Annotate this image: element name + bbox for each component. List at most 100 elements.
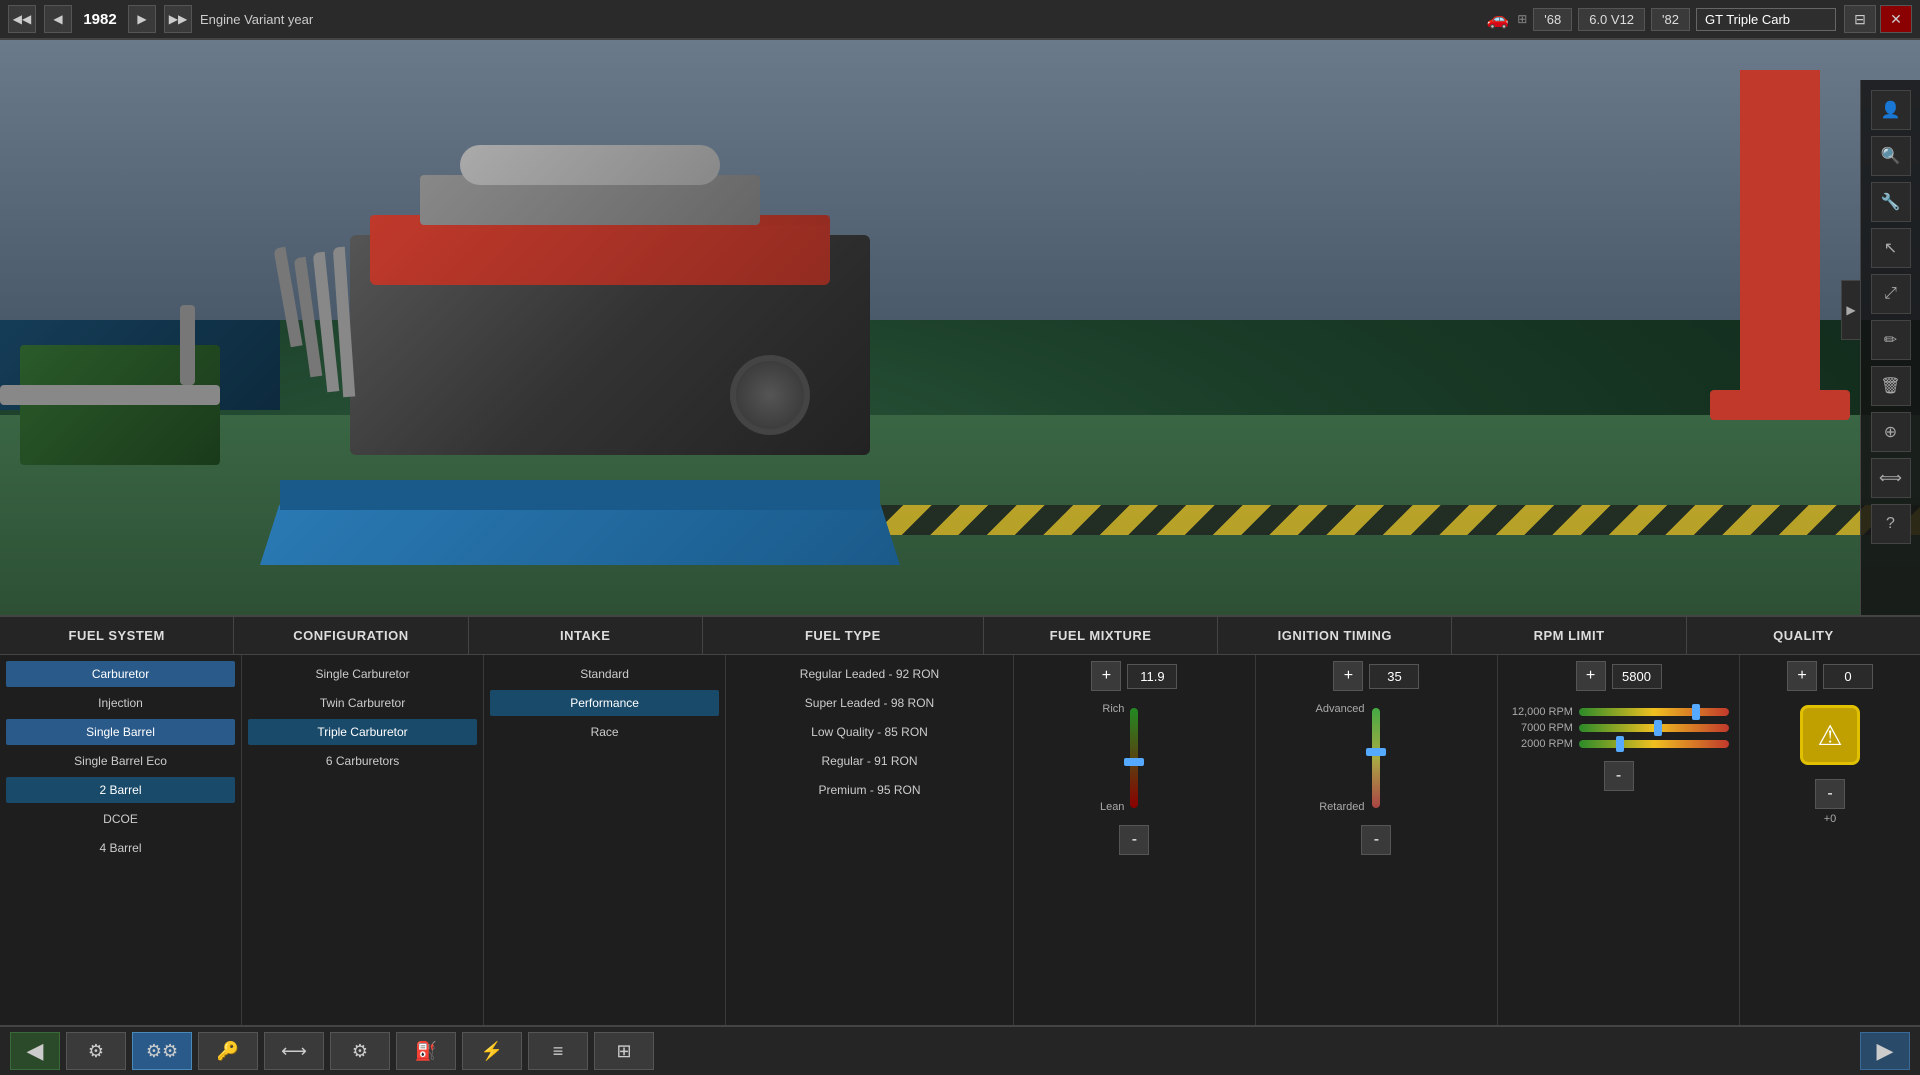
main-3d-view: 👤 🔍 🔧 ↖ ⤢ ▶ ✏ 🗑 ⊕ ⟺ ? bbox=[0, 40, 1920, 615]
fuel-premium95-btn[interactable]: Premium - 95 RON bbox=[732, 777, 1007, 803]
ignition-plus-btn[interactable]: + bbox=[1333, 661, 1363, 691]
sidebar-cursor-icon[interactable]: ↖ bbox=[1871, 228, 1911, 268]
quality-offset: +0 bbox=[1824, 813, 1837, 825]
fuel-type-section: Regular Leaded - 92 RON Super Leaded - 9… bbox=[726, 655, 1014, 1025]
quality-plus-btn[interactable]: + bbox=[1787, 661, 1817, 691]
fuel-type-header: Fuel Type bbox=[703, 617, 984, 654]
intake-performance-btn[interactable]: Performance bbox=[490, 690, 719, 716]
fuel-4barrel-btn[interactable]: 4 Barrel bbox=[6, 835, 235, 861]
config-6carb-btn[interactable]: 6 Carburetors bbox=[248, 748, 477, 774]
nav-tab-lines[interactable]: ≡ bbox=[528, 1032, 588, 1070]
ignition-minus-btn[interactable]: - bbox=[1361, 825, 1391, 855]
rpm-limit-header: RPM Limit bbox=[1452, 617, 1686, 654]
fuel-mixture-slider-thumb[interactable] bbox=[1124, 758, 1144, 766]
sidebar-add-icon[interactable]: ⊕ bbox=[1871, 412, 1911, 452]
sidebar-question-icon[interactable]: ? bbox=[1871, 504, 1911, 544]
ignition-slider-track bbox=[1372, 708, 1380, 808]
right-sidebar: 👤 🔍 🔧 ↖ ⤢ ▶ ✏ 🗑 ⊕ ⟺ ? bbox=[1860, 80, 1920, 615]
nav-tab-bolt[interactable]: ⚡ bbox=[462, 1032, 522, 1070]
quality-warning-badge: ⚠ bbox=[1800, 705, 1860, 765]
nav-tab-fuel[interactable]: ⛽ bbox=[396, 1032, 456, 1070]
nav-tab-gear[interactable]: ⚙ bbox=[330, 1032, 390, 1070]
sidebar-delete-icon[interactable]: 🗑 bbox=[1871, 366, 1911, 406]
ignition-timing-section: + 35 Advanced Retarded - bbox=[1256, 655, 1498, 1025]
rpm-high-label: 12,000 RPM bbox=[1508, 706, 1573, 718]
ignition-slider-thumb[interactable] bbox=[1366, 748, 1386, 756]
fuel-lean-label: Lean bbox=[1100, 801, 1124, 813]
intake-section: Standard Performance Race bbox=[484, 655, 726, 1025]
fuel-super-leaded-btn[interactable]: Super Leaded - 98 RON bbox=[732, 690, 1007, 716]
fuel-2barrel-btn[interactable]: 2 Barrel bbox=[6, 777, 235, 803]
sidebar-person-icon[interactable]: 👤 bbox=[1871, 90, 1911, 130]
forward-btn[interactable]: ▶ bbox=[1860, 1032, 1910, 1070]
fuel-system-header: Fuel System bbox=[0, 617, 234, 654]
fuel-single-barrel-btn[interactable]: Single Barrel bbox=[6, 719, 235, 745]
back-btn[interactable]: ◀ bbox=[10, 1032, 60, 1070]
nav-tab-grid[interactable]: ⊞ bbox=[594, 1032, 654, 1070]
rpm-plus-btn[interactable]: + bbox=[1576, 661, 1606, 691]
next-btn[interactable]: ▶ bbox=[128, 5, 156, 33]
rpm-low-label: 2000 RPM bbox=[1508, 738, 1573, 750]
configuration-section: Single Carburetor Twin Carburetor Triple… bbox=[242, 655, 484, 1025]
ignition-retarded-label: Retarded bbox=[1319, 801, 1364, 813]
sidebar-expand-btn[interactable]: ▶ bbox=[1841, 280, 1861, 340]
fuel-mixture-slider-track bbox=[1130, 708, 1138, 808]
fuel-regular-leaded-btn[interactable]: Regular Leaded - 92 RON bbox=[732, 661, 1007, 687]
rpm-slider-thumb-mid[interactable] bbox=[1654, 720, 1662, 736]
engine-name-input[interactable] bbox=[1696, 8, 1836, 31]
fuel-mixture-value: 11.9 bbox=[1127, 664, 1177, 689]
fuel-injection-btn[interactable]: Injection bbox=[6, 690, 235, 716]
sidebar-tools-icon[interactable]: 🔧 bbox=[1871, 182, 1911, 222]
sidebar-move-icon[interactable]: ⟺ bbox=[1871, 458, 1911, 498]
quality-minus-btn[interactable]: - bbox=[1815, 779, 1845, 809]
fuel-single-barrel-eco-btn[interactable]: Single Barrel Eco bbox=[6, 748, 235, 774]
engine-block-group bbox=[320, 205, 820, 455]
ignition-timing-header: Ignition Timing bbox=[1218, 617, 1452, 654]
rpm-value: 5800 bbox=[1612, 664, 1662, 689]
close-btn[interactable]: ✕ bbox=[1880, 5, 1912, 33]
intake-standard-btn[interactable]: Standard bbox=[490, 661, 719, 687]
engine-stand-right bbox=[1740, 70, 1820, 420]
fuel-rich-label: Rich bbox=[1102, 703, 1124, 715]
fuel-mixture-minus-btn[interactable]: - bbox=[1119, 825, 1149, 855]
sidebar-pencil-icon[interactable]: ✏ bbox=[1871, 320, 1911, 360]
fuel-regular91-btn[interactable]: Regular - 91 RON bbox=[732, 748, 1007, 774]
configuration-header: Configuration bbox=[234, 617, 468, 654]
rpm-slider-thumb-low[interactable] bbox=[1616, 736, 1624, 752]
engine-stand bbox=[260, 505, 900, 565]
nav-tab-arrows[interactable]: ⟷ bbox=[264, 1032, 324, 1070]
config-twin-carb-btn[interactable]: Twin Carburetor bbox=[248, 690, 477, 716]
nav-tab-engine[interactable]: ⚙ bbox=[66, 1032, 126, 1070]
fuel-carburetor-btn[interactable]: Carburetor bbox=[6, 661, 235, 687]
fuel-mixture-header: Fuel Mixture bbox=[984, 617, 1218, 654]
minimize-btn[interactable]: ⊟ bbox=[1844, 5, 1876, 33]
quality-value: 0 bbox=[1823, 664, 1873, 689]
quality-section: + 0 ⚠ - +0 bbox=[1740, 655, 1920, 1025]
warning-icon: ⚠ bbox=[1817, 719, 1842, 752]
rpm-minus-btn[interactable]: - bbox=[1604, 761, 1634, 791]
intake-header: Intake bbox=[469, 617, 703, 654]
rpm-mid-label: 7000 RPM bbox=[1508, 722, 1573, 734]
year-display: 1982 bbox=[80, 11, 120, 28]
fuel-mixture-plus-btn[interactable]: + bbox=[1091, 661, 1121, 691]
rpm-limit-section: + 5800 12,000 RPM 7000 RPM bbox=[1498, 655, 1740, 1025]
next-next-btn[interactable]: ▶▶ bbox=[164, 5, 192, 33]
nav-tab-tuning[interactable]: ⚙⚙ bbox=[132, 1032, 192, 1070]
bottom-nav: ◀ ⚙ ⚙⚙ 🔑 ⟷ ⚙ ⛽ ⚡ ≡ ⊞ ▶ bbox=[0, 1025, 1920, 1075]
sidebar-search-icon[interactable]: 🔍 bbox=[1871, 136, 1911, 176]
rpm-slider-thumb-high[interactable] bbox=[1692, 704, 1700, 720]
config-triple-carb-btn[interactable]: Triple Carburetor bbox=[248, 719, 477, 745]
top-bar: ◀◀ ◀ 1982 ▶ ▶▶ Engine Variant year 🚗 ⊞ '… bbox=[0, 0, 1920, 40]
badge-year2: '82 bbox=[1651, 8, 1690, 31]
intake-race-btn[interactable]: Race bbox=[490, 719, 719, 745]
prev-prev-btn[interactable]: ◀◀ bbox=[8, 5, 36, 33]
fuel-dcoe-btn[interactable]: DCOE bbox=[6, 806, 235, 832]
engine-spec: 6.0 V12 bbox=[1578, 8, 1645, 31]
badge-year1: '68 bbox=[1533, 8, 1572, 31]
config-single-carb-btn[interactable]: Single Carburetor bbox=[248, 661, 477, 687]
nav-tab-key[interactable]: 🔑 bbox=[198, 1032, 258, 1070]
fuel-low-quality-btn[interactable]: Low Quality - 85 RON bbox=[732, 719, 1007, 745]
prev-btn[interactable]: ◀ bbox=[44, 5, 72, 33]
variant-label: Engine Variant year bbox=[200, 12, 1459, 27]
sidebar-resize-icon[interactable]: ⤢ bbox=[1871, 274, 1911, 314]
